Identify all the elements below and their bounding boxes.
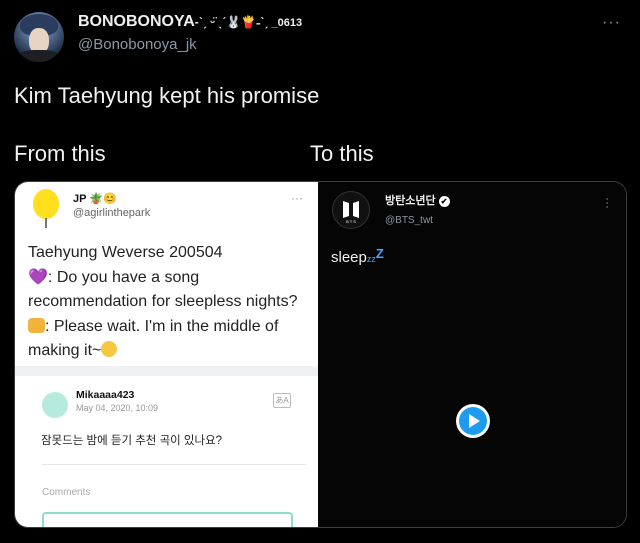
profile-avatar[interactable] <box>14 12 64 62</box>
bts-logo-icon: B T S <box>343 201 359 224</box>
left-user-name-text: JP <box>73 193 87 205</box>
comments-label: Comments <box>42 487 91 498</box>
body-line-text: : Do you have a song <box>47 268 200 286</box>
display-name-decoration: -ˋˏ ᵕ̈ ˎˊ🐰🍟˗ˋˏ <box>194 15 272 29</box>
sleep-text: sleepzzZ <box>331 246 384 266</box>
comment-text: 잠못드는 밤에 듣기 추천 곡이 있나요? <box>41 435 223 447</box>
caption-from: From this <box>14 141 106 166</box>
play-circle <box>459 407 487 435</box>
video-play-button[interactable] <box>456 404 490 438</box>
smile-emoji-icon: 😊 <box>103 193 117 205</box>
bts-handle: @BTS_twt <box>385 215 433 226</box>
bts-logo-avatar: B T S <box>332 191 370 229</box>
body-line: Taehyung Weverse 200504 <box>28 244 223 261</box>
svg-text:B T S: B T S <box>346 219 356 224</box>
more-options-icon[interactable]: ··· <box>602 14 621 32</box>
body-line: recommendation for sleepless nights? <box>28 293 298 310</box>
left-user-name: JP 🪴😊 <box>73 192 117 205</box>
media-card[interactable]: JP 🪴😊 @agirlinthepark ··· Taehyung Wever… <box>14 181 627 528</box>
body-line-tiger: : Please wait. I'm in the middle of <box>28 315 313 340</box>
sleep-word: sleep <box>331 249 367 266</box>
tiger-icon <box>28 317 45 333</box>
right-more-icon: ··· <box>601 197 615 209</box>
sleep-Z: Z <box>375 246 384 261</box>
verified-badge-icon: ✔ <box>438 196 450 207</box>
user-handle[interactable]: @Bonobonoya_jk <box>78 36 197 53</box>
avatar-shirt <box>16 50 62 62</box>
section-divider <box>15 366 318 376</box>
play-icon <box>469 414 480 428</box>
commenter-avatar <box>42 392 68 418</box>
left-image-weverse[interactable]: JP 🪴😊 @agirlinthepark ··· Taehyung Wever… <box>15 182 318 527</box>
bts-name-text: 방탄소년단 <box>385 195 436 207</box>
purple-heart-icon: 💜 <box>28 268 48 286</box>
comment-divider <box>42 464 306 465</box>
left-user-handle: @agirlinthepark <box>73 207 151 219</box>
display-name-suffix: _0613 <box>271 17 303 29</box>
comment-date: May 04, 2020, 10:09 <box>76 403 159 413</box>
bts-name: 방탄소년단 ✔ <box>385 192 450 208</box>
shushing-face-icon <box>101 341 118 357</box>
commenter-name: Mikaaaa423 <box>76 389 135 401</box>
body-line-text: : Please wait. I'm in the middle of <box>45 317 279 335</box>
balloon-string <box>45 218 47 228</box>
translate-icon: あA <box>273 393 291 408</box>
body-line-heart: 💜: Do you have a song <box>28 266 313 291</box>
body-line-text: making it~ <box>28 342 102 359</box>
right-video-tweet[interactable]: B T S 방탄소년단 ✔ @BTS_twt ··· sleepzzZ <box>318 182 626 527</box>
sleep-zz: zz <box>366 254 376 264</box>
caption-to: To this <box>310 141 374 166</box>
display-name-text: BONOBONOYA <box>78 13 195 30</box>
plant-emoji-icon: 🪴 <box>89 193 104 205</box>
comment-input <box>42 512 293 527</box>
left-more-icon: ··· <box>291 191 303 205</box>
tweet-text: Kim Taehyung kept his promise <box>14 83 320 108</box>
display-name[interactable]: BONOBONOYA-ˋˏ ᵕ̈ ˎˊ🐰🍟˗ˋˏ _0613 <box>78 13 302 31</box>
balloon-icon <box>33 189 59 219</box>
left-post-body: Taehyung Weverse 200504 💜: Do you have a… <box>28 241 313 364</box>
body-line-shush: making it~ <box>28 339 313 364</box>
